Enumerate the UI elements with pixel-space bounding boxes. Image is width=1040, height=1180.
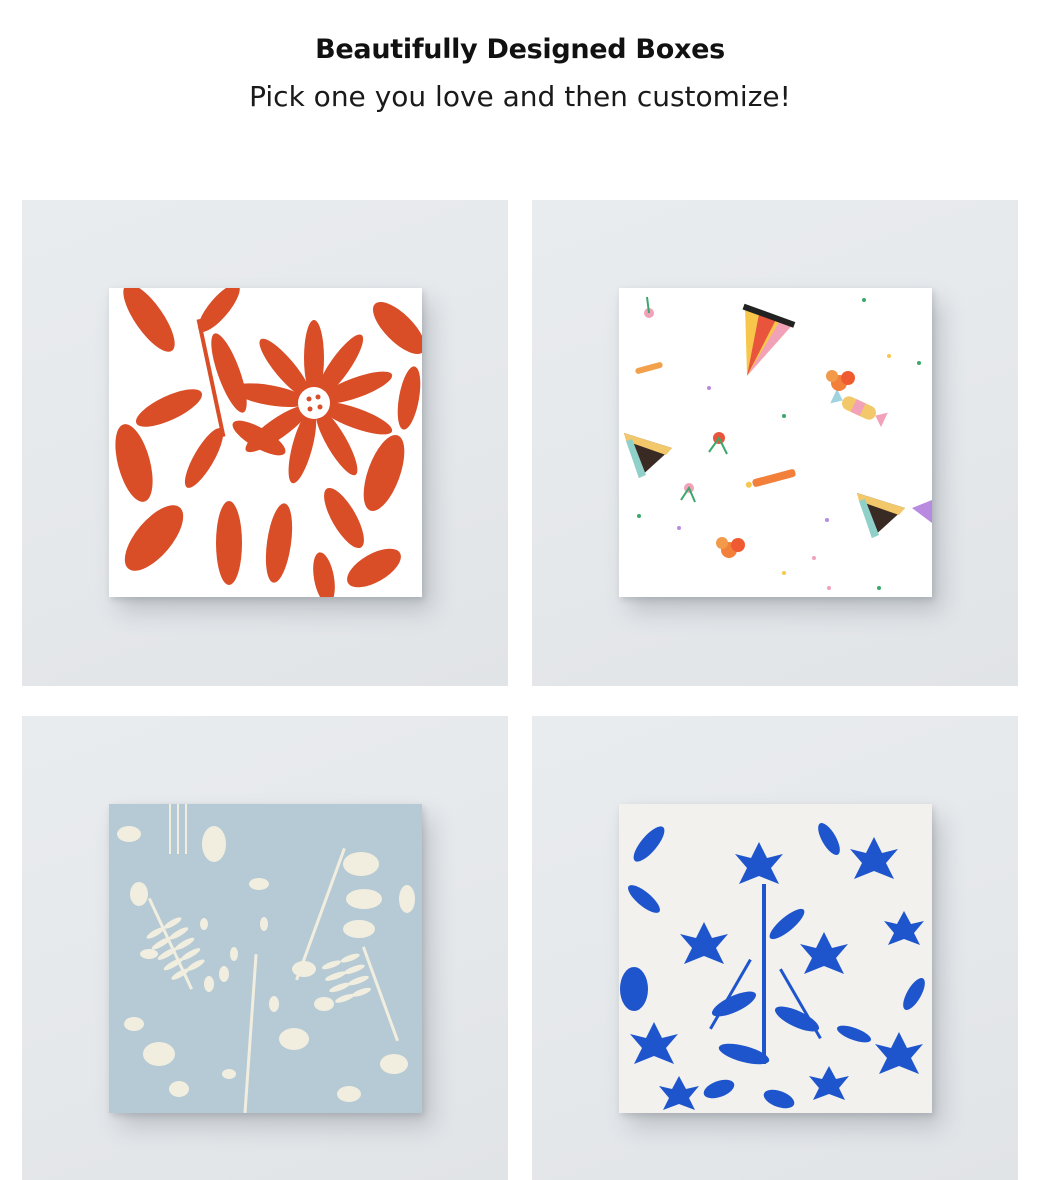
page-subtitle: Pick one you love and then customize! <box>249 80 791 113</box>
design-card-blue-flowers[interactable] <box>532 716 1018 1180</box>
design-card-red-floral[interactable] <box>22 200 508 686</box>
red-floral-pattern <box>109 288 422 597</box>
design-card-party-confetti[interactable] <box>532 200 1018 686</box>
blue-botanical-pattern <box>109 804 422 1113</box>
box-image-blue-botanical[interactable] <box>109 804 422 1113</box>
party-confetti-pattern <box>619 288 932 597</box>
blue-flowers-pattern <box>619 804 932 1113</box>
box-image-red-floral[interactable] <box>109 288 422 597</box>
box-image-blue-flowers[interactable] <box>619 804 932 1113</box>
page-title: Beautifully Designed Boxes <box>315 34 725 65</box>
box-image-party-confetti[interactable] <box>619 288 932 597</box>
design-card-blue-botanical[interactable] <box>22 716 508 1180</box>
